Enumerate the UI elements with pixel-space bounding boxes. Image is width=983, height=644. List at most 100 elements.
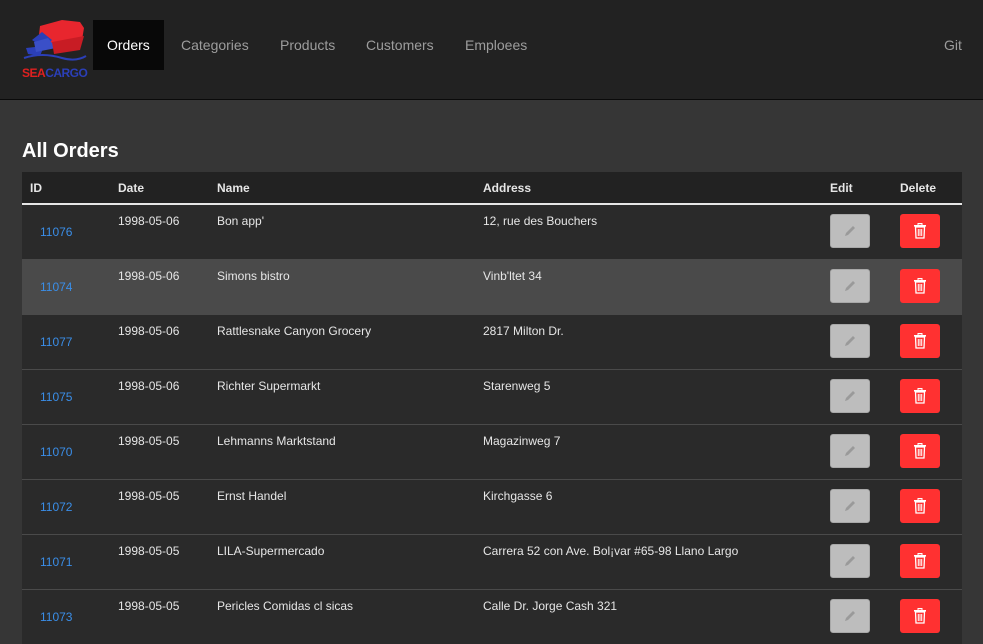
order-date-cell: 1998-05-05 — [110, 533, 209, 589]
orders-table: ID Date Name Address Edit Delete 11076 1… — [22, 172, 962, 644]
order-id-cell: 11076 — [22, 203, 110, 259]
top-navbar: SEACARGO Orders Categories Products Cust… — [0, 0, 983, 100]
order-address: Starenweg 5 — [483, 378, 551, 393]
order-name: LILA-Supermercado — [217, 543, 325, 558]
order-date: 1998-05-06 — [118, 378, 180, 393]
delete-cell — [892, 258, 962, 314]
table-row: 11076 1998-05-06 Bon app' 12, rue des Bo… — [22, 203, 962, 259]
order-id-cell: 11075 — [22, 368, 110, 424]
delete-button[interactable] — [900, 598, 940, 633]
order-id-link[interactable]: 11073 — [30, 590, 102, 624]
order-name: Lehmanns Marktstand — [217, 433, 336, 448]
delete-cell — [892, 313, 962, 369]
edit-button[interactable] — [830, 433, 870, 468]
order-id-link[interactable]: 11076 — [30, 205, 102, 239]
order-date-cell: 1998-05-05 — [110, 588, 209, 644]
edit-cell — [822, 478, 892, 534]
delete-button[interactable] — [900, 488, 940, 523]
order-id-link[interactable]: 11075 — [30, 370, 102, 404]
order-address: 2817 Milton Dr. — [483, 323, 564, 338]
order-id-cell: 11071 — [22, 533, 110, 589]
order-address-cell: Starenweg 5 — [475, 368, 822, 424]
order-date-cell: 1998-05-05 — [110, 478, 209, 534]
header-edit: Edit — [822, 172, 892, 205]
nav-emploees[interactable]: Emploees — [465, 20, 527, 70]
trash-icon — [914, 387, 926, 404]
delete-button[interactable] — [900, 214, 940, 248]
order-address: Magazinweg 7 — [483, 433, 561, 448]
delete-button[interactable] — [900, 378, 940, 413]
trash-icon — [914, 497, 926, 514]
edit-button[interactable] — [830, 378, 870, 413]
order-name-cell: Pericles Comidas cl sicas — [209, 588, 475, 644]
order-name: Rattlesnake Canyon Grocery — [217, 323, 372, 338]
table-row: 11074 1998-05-06 Simons bistro Vinb'ltet… — [22, 258, 962, 314]
trash-icon — [914, 277, 926, 294]
pencil-icon — [845, 335, 855, 346]
order-id-link[interactable]: 11072 — [30, 480, 102, 514]
delete-cell — [892, 368, 962, 424]
order-name-cell: Lehmanns Marktstand — [209, 423, 475, 479]
edit-button[interactable] — [830, 323, 870, 358]
trash-icon — [914, 552, 926, 569]
order-name-cell: Ernst Handel — [209, 478, 475, 534]
order-address: 12, rue des Bouchers — [483, 214, 598, 228]
nav-git-link[interactable]: Git — [944, 20, 962, 70]
pencil-icon — [845, 280, 855, 291]
nav-orders[interactable]: Orders — [93, 20, 164, 70]
table-row: 11075 1998-05-06 Richter Supermarkt Star… — [22, 368, 962, 424]
order-name-cell: Simons bistro — [209, 258, 475, 314]
edit-cell — [822, 533, 892, 589]
order-date-cell: 1998-05-06 — [110, 368, 209, 424]
edit-button[interactable] — [830, 268, 870, 303]
delete-button[interactable] — [900, 268, 940, 303]
order-id-link[interactable]: 11077 — [30, 315, 102, 349]
order-id-cell: 11073 — [22, 588, 110, 644]
delete-cell — [892, 478, 962, 534]
order-name-cell: Bon app' — [209, 203, 475, 259]
pencil-icon — [845, 390, 855, 401]
edit-button[interactable] — [830, 214, 870, 248]
order-date: 1998-05-05 — [118, 488, 180, 503]
order-id-link[interactable]: 11074 — [30, 260, 102, 294]
edit-button[interactable] — [830, 488, 870, 523]
edit-button[interactable] — [830, 543, 870, 578]
brand-logo[interactable]: SEACARGO — [22, 18, 88, 82]
order-name: Ernst Handel — [217, 488, 287, 503]
header-date: Date — [110, 172, 209, 205]
order-id-link[interactable]: 11070 — [30, 425, 102, 459]
edit-button[interactable] — [830, 598, 870, 633]
table-row: 11077 1998-05-06 Rattlesnake Canyon Groc… — [22, 313, 962, 369]
page-title: All Orders — [22, 140, 119, 162]
trash-icon — [914, 442, 926, 459]
order-date-cell: 1998-05-06 — [110, 258, 209, 314]
order-id-cell: 11074 — [22, 258, 110, 314]
order-date-cell: 1998-05-06 — [110, 203, 209, 259]
nav-categories[interactable]: Categories — [181, 20, 249, 70]
brand-logo-text: SEACARGO — [22, 66, 88, 80]
header-name: Name — [209, 172, 475, 205]
edit-cell — [822, 313, 892, 369]
trash-icon — [914, 332, 926, 349]
pencil-icon — [845, 226, 855, 236]
trash-icon — [914, 607, 926, 624]
pencil-icon — [845, 555, 855, 566]
order-address: Calle Dr. Jorge Cash 321 — [483, 598, 618, 613]
table-row: 11073 1998-05-05 Pericles Comidas cl sic… — [22, 588, 962, 644]
edit-cell — [822, 588, 892, 644]
delete-button[interactable] — [900, 323, 940, 358]
delete-button[interactable] — [900, 433, 940, 468]
order-address: Carrera 52 con Ave. Bol¡var #65-98 Llano… — [483, 543, 739, 558]
header-address: Address — [475, 172, 822, 205]
order-date: 1998-05-05 — [118, 543, 180, 558]
nav-products[interactable]: Products — [280, 20, 335, 70]
order-name-cell: LILA-Supermercado — [209, 533, 475, 589]
ship-icon — [23, 20, 87, 61]
delete-cell — [892, 588, 962, 644]
nav-customers[interactable]: Customers — [366, 20, 434, 70]
order-date: 1998-05-05 — [118, 433, 180, 448]
order-id-link[interactable]: 11071 — [30, 535, 102, 569]
delete-button[interactable] — [900, 543, 940, 578]
order-name-cell: Rattlesnake Canyon Grocery — [209, 313, 475, 369]
edit-cell — [822, 258, 892, 314]
